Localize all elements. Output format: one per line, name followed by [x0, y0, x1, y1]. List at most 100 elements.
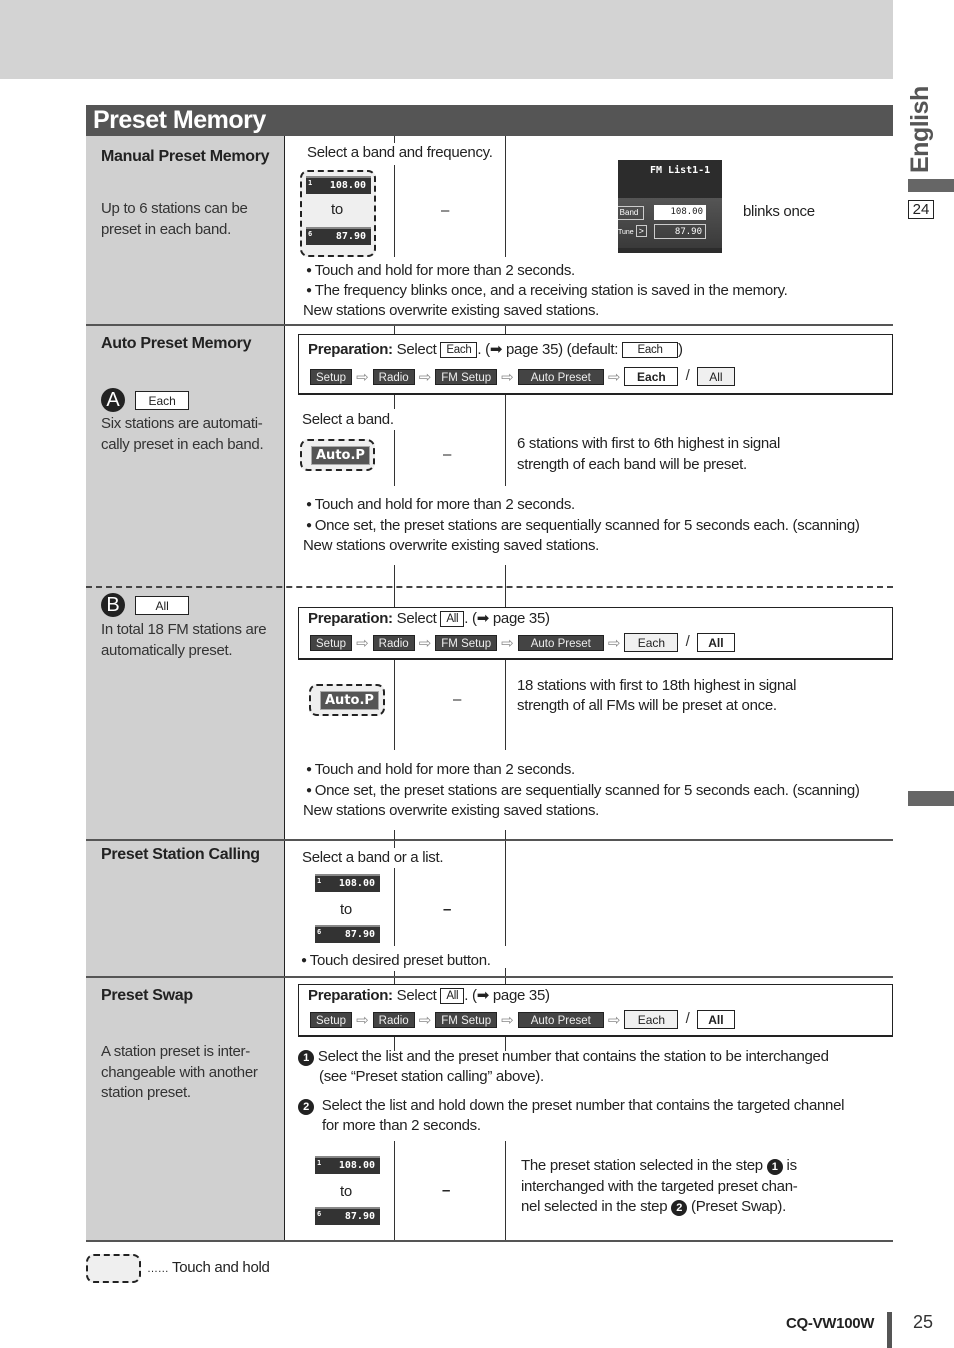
prep-line: Preparation: Select All. (➡ page 35) [308, 609, 550, 629]
arrow-icon: ⇨ [418, 1011, 432, 1029]
manual-preset-heading: Manual Preset Memory [101, 148, 270, 165]
prep-select-text: Select [396, 987, 437, 1004]
option-b-description: In total 18 FM stations are automaticall… [101, 620, 267, 661]
col-line [505, 395, 506, 486]
section-marker [908, 791, 954, 806]
col-line [394, 165, 395, 257]
prep-line: Preparation: Select All. (➡ page 35) [308, 986, 550, 1006]
desc-line: preset in each band. [101, 220, 231, 238]
auto-preset-heading: Auto Preset Memory [101, 335, 252, 352]
preset-button-6[interactable]: 6 87.90 [315, 925, 380, 943]
option-a-chip: Each [135, 390, 190, 410]
path-setup[interactable]: Setup [310, 1011, 353, 1028]
legend-dots: …… [147, 1263, 169, 1275]
col-line [505, 968, 506, 976]
default-chip: Each [622, 342, 679, 359]
preset-frequency: 108.00 [329, 180, 366, 191]
col-line [394, 830, 395, 840]
path-auto-preset[interactable]: Auto Preset [517, 634, 604, 651]
auto-p-touch-hold-a[interactable]: Auto.P [300, 439, 375, 471]
arrow-icon: ⇨ [607, 634, 621, 652]
path-radio[interactable]: Radio [372, 1011, 415, 1028]
result-line: strength of all FMs will be preset at on… [517, 697, 777, 714]
page-ref-link[interactable]: . (➡ page 35) (default: [477, 341, 618, 358]
arrow-icon: ⇨ [501, 1011, 514, 1029]
auto-a-note: Touch and hold for more than 2 seconds. [306, 495, 575, 515]
tune-label: Tune [618, 229, 634, 236]
section-divider [86, 324, 893, 326]
badge-b-icon: B [101, 593, 125, 617]
col-line [394, 868, 395, 946]
dash-placeholder: – [443, 446, 452, 463]
option-all-button[interactable]: All [696, 633, 735, 652]
language-tab: English [905, 86, 935, 173]
step-2-icon: 2 [671, 1200, 688, 1216]
prep-label: Preparation: [308, 341, 393, 358]
arrow-icon: ⇨ [356, 368, 369, 386]
col-line [505, 326, 506, 334]
preset-number: 1 [317, 877, 322, 885]
prep-chip: All [440, 611, 465, 628]
option-all-button[interactable]: All [696, 367, 735, 386]
auto-a-result: 6 stations with first to 6th highest in … [517, 434, 780, 475]
option-each-button[interactable]: Each [624, 633, 679, 652]
result-text: (Preset Swap). [691, 1198, 786, 1215]
path-setup[interactable]: Setup [310, 634, 353, 651]
preset-number: 1 [317, 1159, 322, 1167]
option-each-button[interactable]: Each [624, 367, 679, 386]
preset-button-1[interactable]: 1 108.00 [315, 874, 380, 892]
preset-button-6[interactable]: 6 87.90 [306, 227, 371, 245]
screen-freq-highlight: 108.00 [654, 205, 706, 220]
path-fm-setup[interactable]: FM Setup [435, 634, 498, 651]
footer-divider [887, 1312, 892, 1348]
screen-tune-button: Tune > [618, 225, 647, 237]
auto-p-button[interactable]: Auto.P [320, 691, 379, 710]
col-line [394, 395, 395, 409]
prep-chip: Each [440, 342, 478, 359]
dash-placeholder: – [453, 691, 462, 708]
path-auto-preset[interactable]: Auto Preset [517, 368, 604, 385]
preset-swap-description: A station preset is inter- changeable wi… [101, 1042, 258, 1104]
to-label: to [340, 901, 352, 918]
path-radio[interactable]: Radio [372, 634, 415, 651]
to-label: to [331, 201, 343, 218]
side-page-ref[interactable]: 24 [908, 200, 934, 219]
language-tab-bar [908, 179, 954, 192]
path-fm-setup[interactable]: FM Setup [435, 368, 498, 385]
option-all-button[interactable]: All [696, 1010, 735, 1029]
page-ref-link[interactable]: . (➡ page 35) [464, 987, 550, 1004]
prep-label: Preparation: [308, 987, 393, 1004]
page-ref-link[interactable]: . (➡ page 35) [464, 610, 550, 627]
result-text: is [786, 1157, 798, 1174]
swap-step-2: 2 Select the list and hold down the pres… [298, 1096, 844, 1136]
prep-select-text: Select [396, 610, 437, 627]
path-radio[interactable]: Radio [372, 368, 415, 385]
step-line: Select the list and the preset number th… [317, 1048, 829, 1065]
auto-b-note: Once set, the preset stations are sequen… [306, 781, 860, 801]
preset-button-1[interactable]: 1 108.00 [306, 176, 371, 194]
option-each-button[interactable]: Each [624, 1010, 679, 1029]
close-paren: ) [678, 341, 683, 358]
swap-step-1: 1 Select the list and the preset number … [298, 1047, 829, 1087]
prep-label: Preparation: [308, 610, 393, 627]
col-line [505, 841, 506, 946]
preset-button-1[interactable]: 1 108.00 [315, 1156, 380, 1174]
preset-frequency: 108.00 [338, 1160, 375, 1171]
desc-line: Up to 6 stations can be [101, 200, 248, 217]
calling-note: Touch desired preset button. [301, 951, 491, 971]
section-divider [86, 1240, 893, 1242]
menu-path: Setup ⇨ Radio ⇨ FM Setup ⇨ Auto Preset ⇨ Each / … [310, 1010, 735, 1029]
preparation-box-b: Preparation: Select All. (➡ page 35) Set… [298, 607, 893, 660]
swap-result: The preset station selected in the step … [521, 1156, 798, 1218]
result-line: 18 stations with first to 18th highest i… [517, 677, 797, 694]
auto-a-footer-note: New stations overwrite existing saved st… [303, 537, 600, 554]
to-label: to [340, 1183, 352, 1200]
path-auto-preset[interactable]: Auto Preset [517, 1011, 604, 1028]
path-setup[interactable]: Setup [310, 368, 353, 385]
auto-p-button[interactable]: Auto.P [311, 446, 370, 465]
auto-p-touch-hold-b[interactable]: Auto.P [309, 684, 385, 716]
path-fm-setup[interactable]: FM Setup [435, 1011, 498, 1028]
section-divider [86, 976, 893, 978]
preset-button-6[interactable]: 6 87.90 [315, 1207, 380, 1225]
desc-line: In total 18 FM stations are [101, 621, 267, 638]
